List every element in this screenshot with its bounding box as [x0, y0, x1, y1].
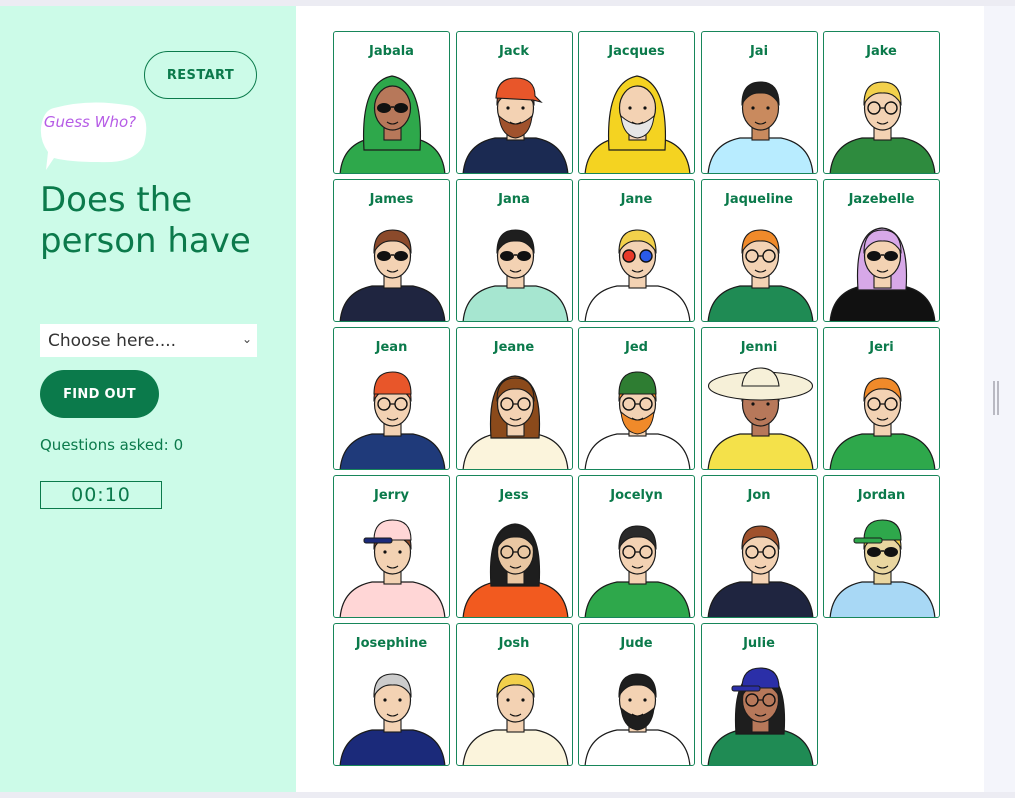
character-card[interactable]: Jabala: [333, 31, 450, 174]
character-card[interactable]: Josephine: [333, 623, 450, 766]
character-name: Jana: [498, 192, 530, 207]
character-name: Jean: [375, 340, 408, 355]
character-card[interactable]: Josh: [455, 623, 573, 766]
character-card[interactable]: James: [333, 179, 450, 322]
character-card[interactable]: Jake: [823, 31, 940, 174]
character-name: Jed: [625, 340, 648, 355]
select-value: Choose here....: [48, 330, 177, 351]
chevron-down-icon: ⌄: [241, 332, 252, 346]
character-card[interactable]: Jed: [578, 327, 695, 470]
character-card[interactable]: Julie: [700, 623, 818, 766]
character-name: Jerry: [374, 488, 409, 503]
questions-asked-count: 0: [173, 436, 184, 454]
character-card[interactable]: Jon: [700, 475, 818, 618]
character-card[interactable]: Jerry: [333, 475, 450, 618]
character-card[interactable]: Jacques: [578, 31, 695, 174]
character-card[interactable]: Jazebelle: [823, 179, 940, 322]
character-card[interactable]: Jenni: [700, 327, 818, 470]
character-board: Jabala Jack Jacques Jai Jake James Jana Jane Jaq…: [296, 6, 984, 792]
character-name: Jaqueline: [725, 192, 793, 207]
character-card[interactable]: Jaqueline: [700, 179, 818, 322]
questions-asked: Questions asked: 0: [40, 436, 183, 454]
scroll-area: [984, 6, 1015, 792]
character-name: Jess: [499, 488, 529, 503]
character-card[interactable]: Jeri: [823, 327, 940, 470]
character-name: Jacques: [608, 44, 665, 59]
character-name: Jon: [747, 488, 771, 503]
speech-bubble-icon: [40, 102, 147, 170]
character-name: Jake: [866, 44, 897, 59]
question-heading: Does the person have: [40, 180, 251, 261]
character-name: Jai: [749, 44, 769, 59]
character-name: Jack: [499, 44, 529, 59]
character-card[interactable]: Jordan: [823, 475, 940, 618]
character-name: Josh: [498, 636, 530, 651]
character-card[interactable]: Jack: [455, 31, 573, 174]
character-card[interactable]: Jude: [578, 623, 695, 766]
character-card[interactable]: Jess: [455, 475, 573, 618]
find-out-button[interactable]: FIND OUT: [40, 370, 159, 418]
bottom-border: [0, 792, 1015, 798]
questions-asked-label: Questions asked:: [40, 436, 169, 454]
restart-button[interactable]: RESTART: [144, 51, 257, 99]
character-card[interactable]: Jana: [455, 179, 573, 322]
character-name: Jocelyn: [610, 488, 663, 503]
resize-handle[interactable]: [993, 381, 999, 415]
character-name: Jabala: [369, 44, 414, 59]
character-name: Jude: [620, 636, 653, 651]
timer-display: 00:10: [40, 481, 162, 509]
question-select[interactable]: Choose here.... ⌄: [40, 324, 257, 357]
logo-text: Guess Who?: [43, 113, 137, 131]
game-app: RESTART Guess Who? Does the person have …: [0, 0, 1015, 798]
character-card[interactable]: Jean: [333, 327, 450, 470]
character-name: Josephine: [355, 636, 428, 651]
sidebar: RESTART Guess Who? Does the person have …: [0, 6, 296, 792]
character-card[interactable]: Jai: [700, 31, 818, 174]
character-name: Jordan: [857, 488, 906, 503]
character-name: Julie: [743, 636, 775, 651]
character-card[interactable]: Jeane: [455, 327, 573, 470]
character-name: James: [369, 192, 414, 207]
character-name: Jane: [620, 192, 653, 207]
character-card[interactable]: Jocelyn: [578, 475, 695, 618]
character-name: Jenni: [740, 340, 778, 355]
character-card[interactable]: Jane: [578, 179, 695, 322]
character-name: Jazebelle: [848, 192, 915, 207]
character-name: Jeri: [869, 340, 894, 355]
speech-bubble-logo: Guess Who?: [40, 100, 148, 170]
character-name: Jeane: [493, 340, 535, 355]
